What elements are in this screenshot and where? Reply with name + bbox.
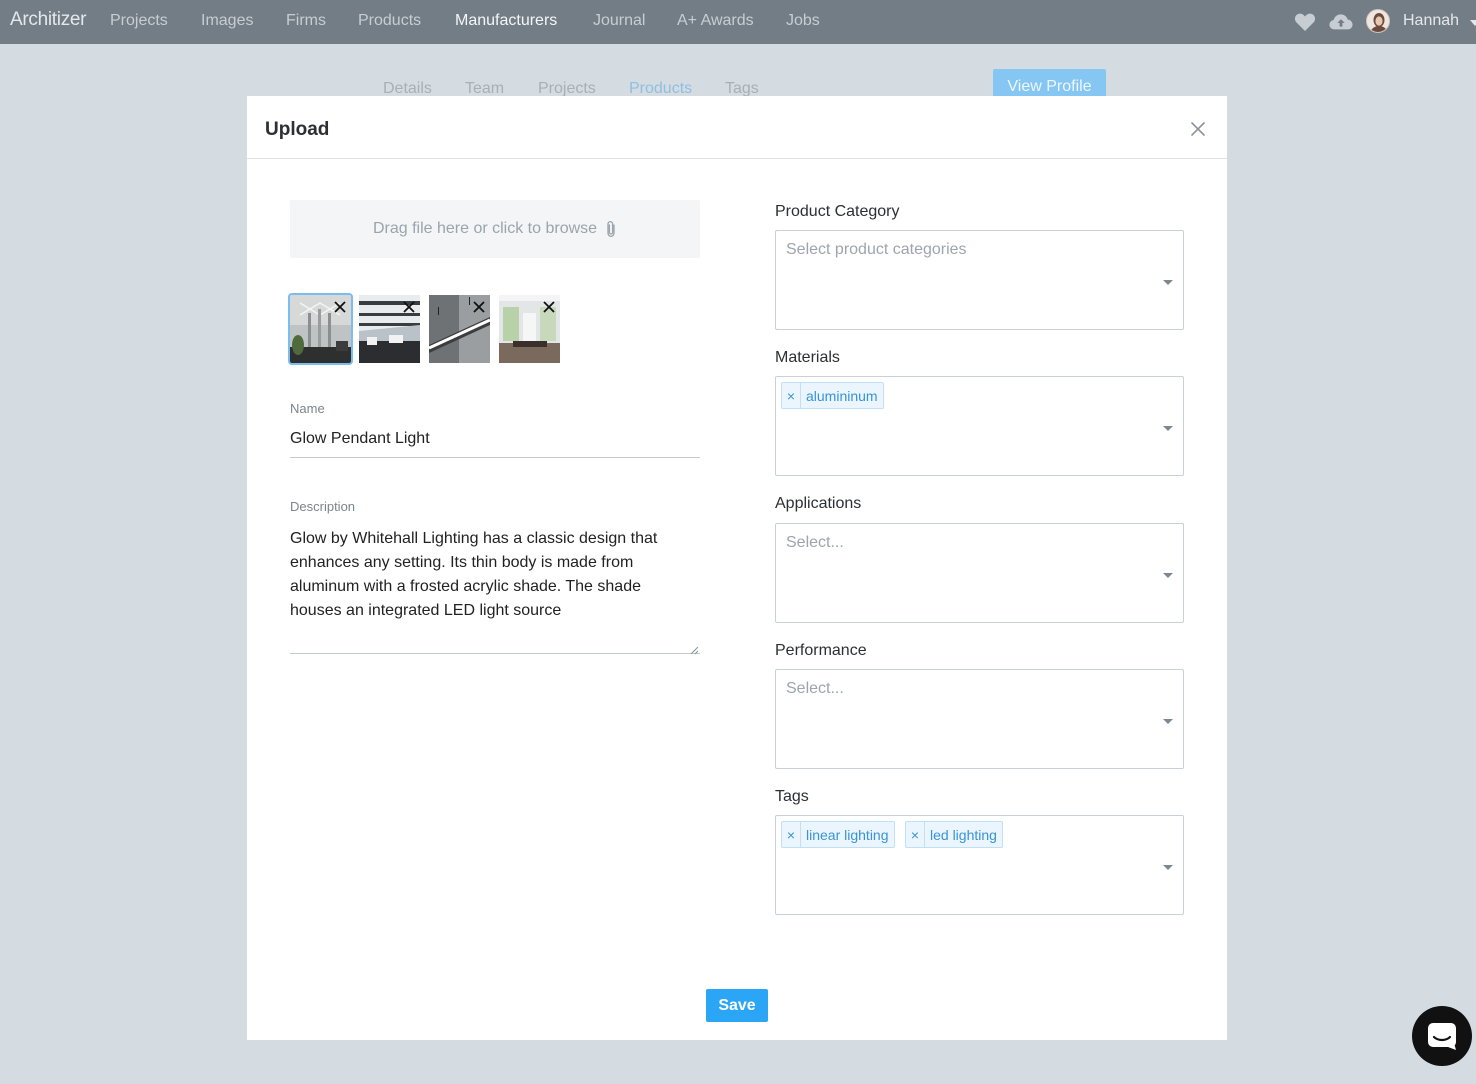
chat-widget-button[interactable] <box>1412 1006 1472 1066</box>
nav-item-manufacturers[interactable]: Manufacturers <box>455 12 557 30</box>
remove-image-icon[interactable] <box>471 299 487 315</box>
chip-label: alumininum <box>806 387 878 404</box>
heart-icon[interactable] <box>1293 10 1317 34</box>
product-category-label: Product Category <box>775 203 900 220</box>
resize-handle-icon[interactable] <box>689 642 699 660</box>
product-category-placeholder: Select product categories <box>786 241 967 258</box>
save-button[interactable]: Save <box>706 989 768 1022</box>
tags-label: Tags <box>775 788 809 805</box>
dropzone-text: Drag file here or click to browse <box>372 220 598 237</box>
nav-item-products[interactable]: Products <box>358 12 421 30</box>
tag-chip: × led lighting <box>905 821 1003 848</box>
remove-image-icon[interactable] <box>401 299 417 315</box>
applications-select[interactable]: Select... <box>775 523 1184 623</box>
thumbnail-2[interactable] <box>359 295 420 363</box>
user-avatar[interactable] <box>1366 9 1390 33</box>
chip-remove-icon[interactable]: × <box>906 822 925 847</box>
applications-placeholder: Select... <box>786 534 844 551</box>
performance-placeholder: Select... <box>786 680 844 697</box>
name-input-underline <box>290 457 700 458</box>
nav-item-images[interactable]: Images <box>201 12 253 30</box>
caret-down-icon[interactable] <box>1163 865 1173 870</box>
description-label: Description <box>290 499 356 514</box>
description-textarea[interactable]: Glow by Whitehall Lighting has a classic… <box>290 527 690 623</box>
chip-remove-icon[interactable]: × <box>782 822 801 847</box>
description-underline <box>290 653 700 654</box>
thumbnail-3[interactable] <box>429 295 490 363</box>
nav-item-awards[interactable]: A+ Awards <box>677 12 754 30</box>
nav-item-projects[interactable]: Projects <box>110 12 168 30</box>
tags-select[interactable]: × linear lighting × led lighting <box>775 815 1184 915</box>
brand-logo[interactable]: Architizer <box>10 9 86 31</box>
remove-image-icon[interactable] <box>541 299 557 315</box>
top-navigation-bar: Architizer Projects Images Firms Product… <box>0 0 1476 44</box>
material-chip: × alumininum <box>781 382 884 409</box>
materials-label: Materials <box>775 349 840 366</box>
close-icon[interactable] <box>1189 120 1207 138</box>
nav-item-firms[interactable]: Firms <box>286 12 326 30</box>
thumbnail-4[interactable] <box>499 295 560 363</box>
cloud-upload-icon[interactable] <box>1329 10 1353 34</box>
applications-label: Applications <box>775 495 862 512</box>
modal-title: Upload <box>265 119 330 140</box>
performance-select[interactable]: Select... <box>775 669 1184 769</box>
tag-chip: × linear lighting <box>781 821 895 848</box>
chip-label: linear lighting <box>806 826 889 843</box>
nav-item-journal[interactable]: Journal <box>593 12 645 30</box>
caret-down-icon[interactable] <box>1163 426 1173 431</box>
nav-item-jobs[interactable]: Jobs <box>786 12 820 30</box>
paperclip-icon <box>607 220 615 238</box>
name-input[interactable]: Glow Pendant Light <box>290 430 430 448</box>
chat-icon <box>1428 1023 1456 1050</box>
caret-down-icon[interactable] <box>1163 573 1173 578</box>
caret-down-icon[interactable] <box>1163 719 1173 724</box>
file-dropzone[interactable]: Drag file here or click to browse <box>290 200 700 258</box>
chip-remove-icon[interactable]: × <box>782 383 801 408</box>
chevron-down-icon[interactable] <box>1470 20 1476 26</box>
name-label: Name <box>290 401 325 416</box>
performance-label: Performance <box>775 642 867 659</box>
user-name[interactable]: Hannah <box>1403 12 1459 30</box>
upload-modal: Upload Drag file here or click to browse <box>247 96 1227 1040</box>
materials-select[interactable]: × alumininum <box>775 376 1184 476</box>
chip-label: led lighting <box>930 826 997 843</box>
caret-down-icon[interactable] <box>1163 280 1173 285</box>
thumbnail-1[interactable] <box>288 293 353 365</box>
product-category-select[interactable]: Select product categories <box>775 230 1184 330</box>
modal-header: Upload <box>247 96 1227 159</box>
remove-image-icon[interactable] <box>332 299 348 315</box>
